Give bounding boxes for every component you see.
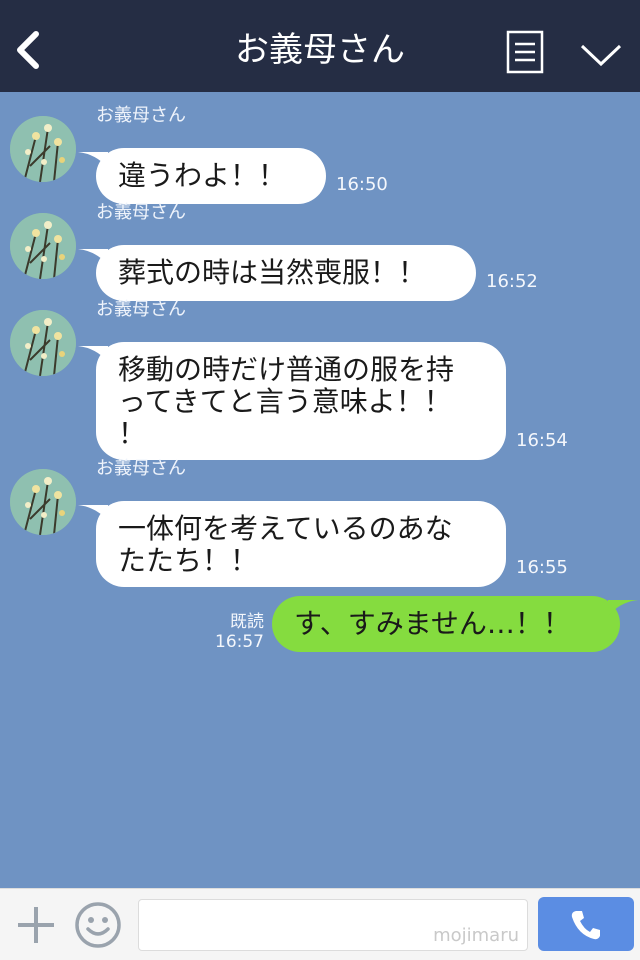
message-time: 16:52	[486, 271, 538, 292]
message-line: 一体何を考えているのあな	[118, 512, 453, 545]
message-line: ！	[118, 417, 147, 450]
phone-icon	[571, 911, 600, 940]
avatar[interactable]	[10, 116, 76, 182]
sender-name: お義母さん	[96, 105, 186, 126]
message-text: す、すみません…！！	[294, 607, 571, 640]
sender-name: お義母さん	[96, 299, 186, 320]
message-line: たたち！！	[118, 544, 259, 577]
message-input[interactable]: mojimaru	[138, 899, 528, 951]
chat-title: お義母さん	[235, 30, 405, 70]
outgoing-bubble: す、すみません…！！	[272, 596, 638, 652]
message-text: 葬式の時は当然喪服！！	[118, 256, 427, 289]
incoming-bubble: 違うわよ！！	[78, 148, 326, 204]
incoming-bubble: 移動の時だけ普通の服を持 ってきてと言う意味よ！！ ！	[78, 342, 506, 460]
sender-name: お義母さん	[96, 202, 186, 223]
incoming-bubble: 一体何を考えているのあな たたち！！	[78, 501, 506, 587]
chat-header: お義母さん	[0, 0, 640, 92]
smile-icon[interactable]	[74, 901, 122, 949]
call-button[interactable]	[538, 897, 634, 951]
avatar[interactable]	[10, 469, 76, 535]
sender-name: お義母さん	[96, 458, 186, 479]
read-receipt: 既読	[230, 612, 264, 632]
message-time: 16:57	[215, 632, 264, 652]
message-text: 違うわよ！！	[118, 159, 287, 192]
message-time: 16:50	[336, 174, 388, 195]
message-line: 移動の時だけ普通の服を持	[118, 353, 455, 386]
menu-list-icon[interactable]	[506, 30, 544, 74]
watermark-text: mojimaru	[433, 925, 519, 946]
message-time: 16:54	[516, 430, 568, 451]
plus-icon[interactable]	[14, 903, 58, 947]
input-bar: mojimaru	[0, 888, 640, 960]
message-time: 16:55	[516, 557, 568, 578]
message-line: ってきてと言う意味よ！！	[118, 385, 452, 418]
avatar[interactable]	[10, 213, 76, 279]
avatar[interactable]	[10, 310, 76, 376]
incoming-bubble: 葬式の時は当然喪服！！	[78, 245, 476, 301]
chevron-down-icon[interactable]	[578, 36, 624, 72]
